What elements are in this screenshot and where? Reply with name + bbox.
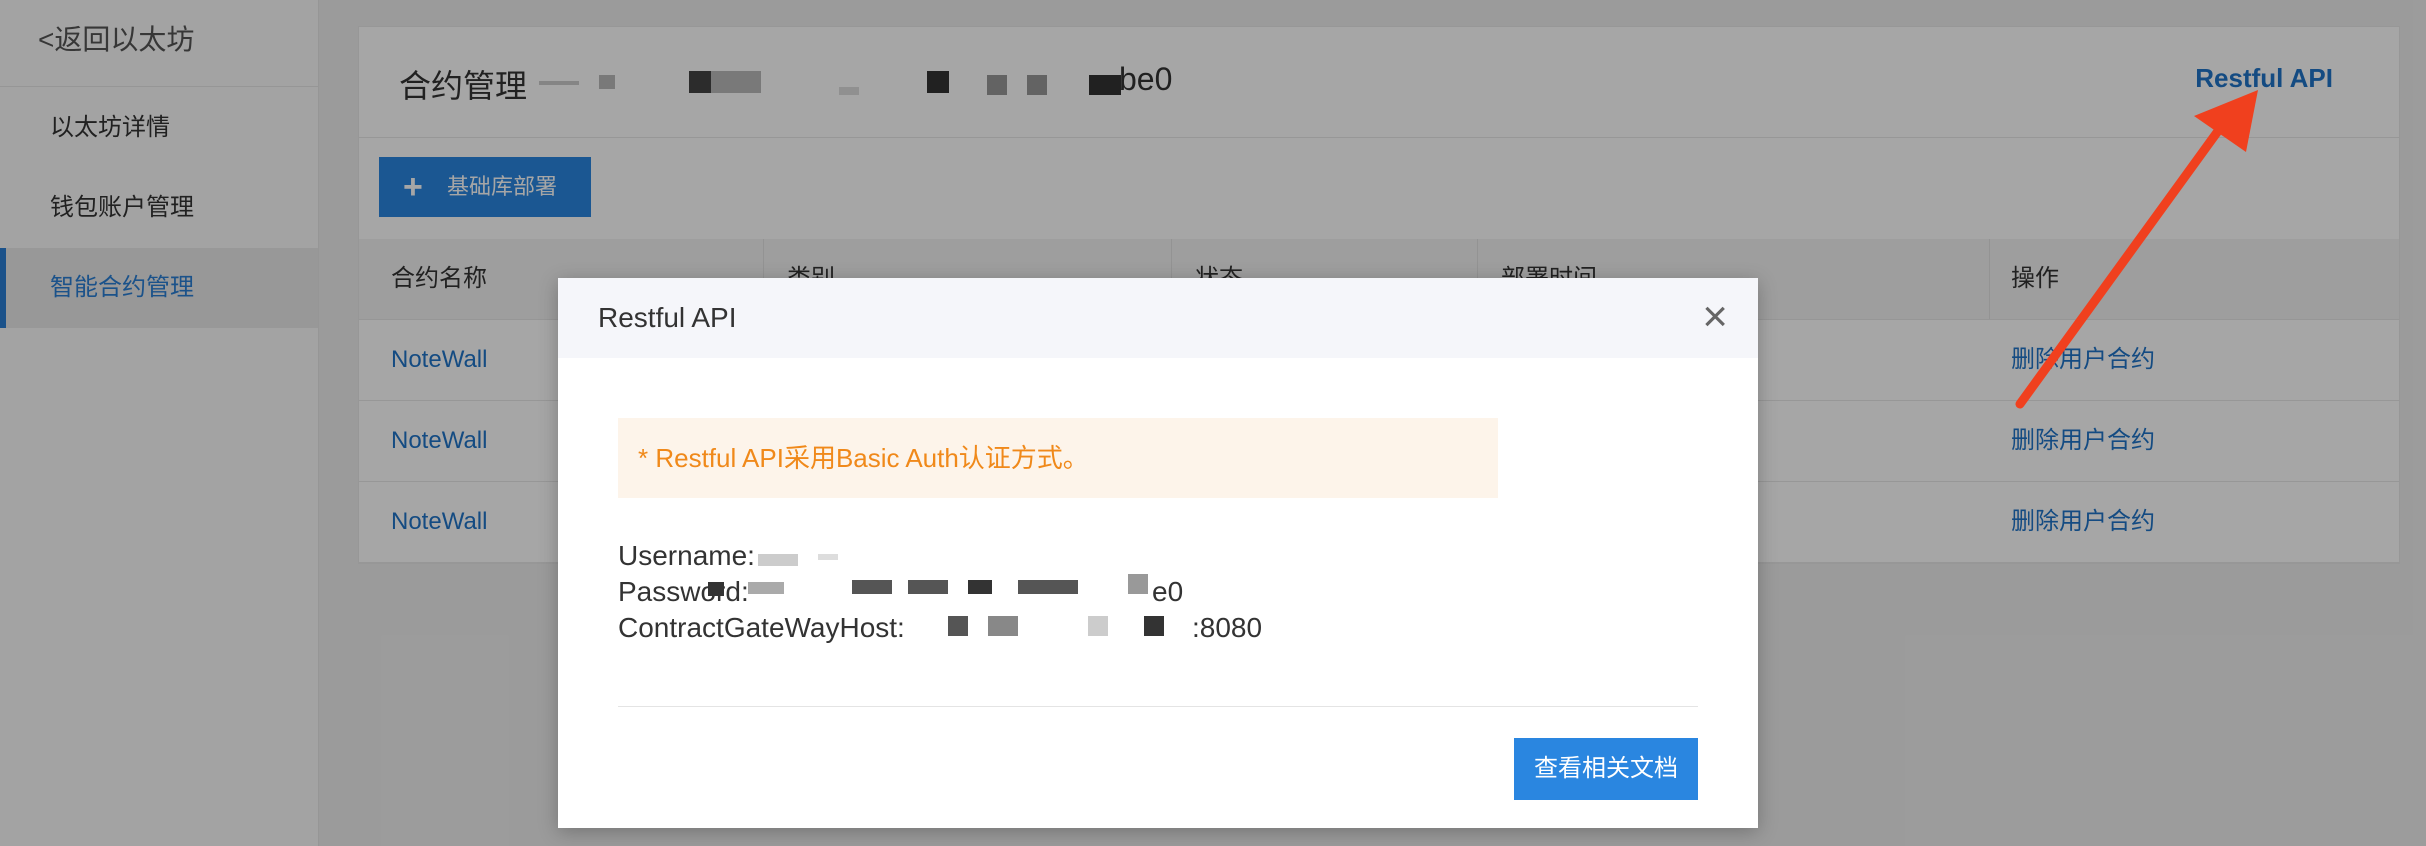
annotation-arrow-icon [2015,90,2258,409]
